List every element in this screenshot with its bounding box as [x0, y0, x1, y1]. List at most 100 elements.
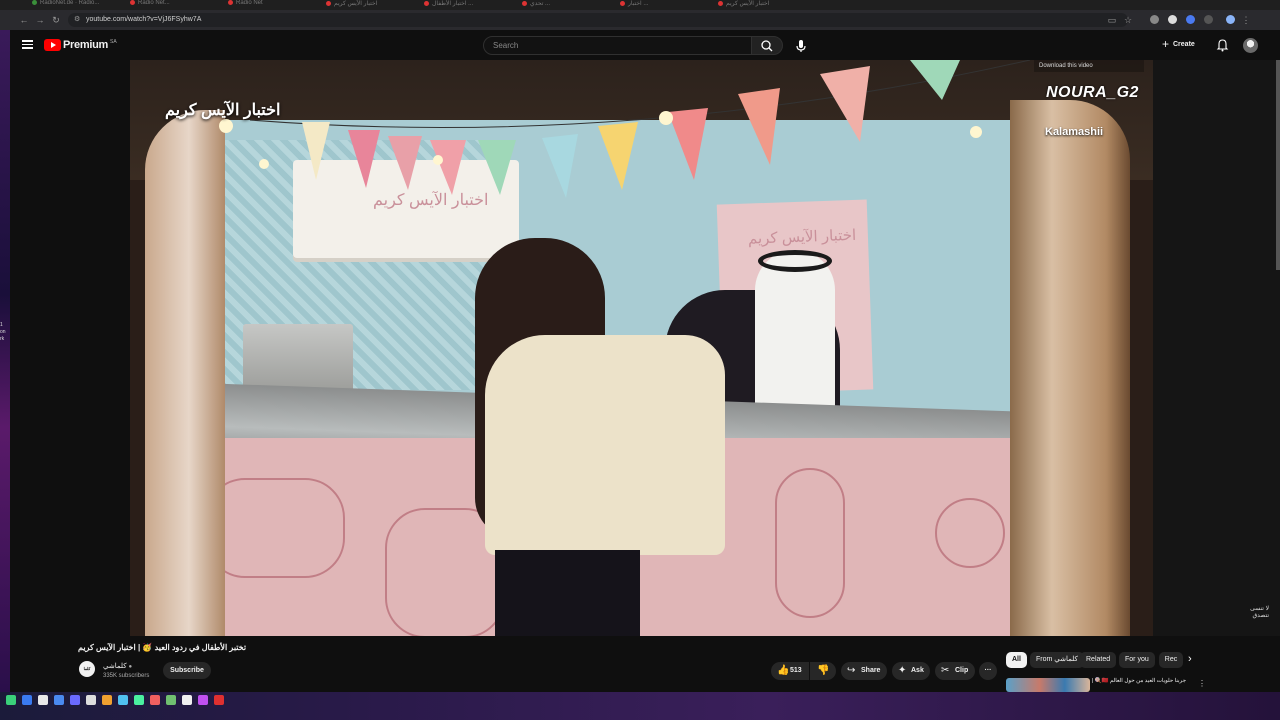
tab-favicon-icon: [424, 0, 429, 6]
browser-tab[interactable]: Radio Net...: [130, 0, 225, 8]
recommendation-thumbnail[interactable]: [1006, 678, 1090, 692]
taskbar-app-icon[interactable]: [182, 695, 192, 705]
extension-icon[interactable]: [1168, 15, 1177, 24]
subscribe-label: Subscribe: [170, 667, 204, 674]
taskbar-app-icon[interactable]: [134, 695, 144, 705]
notifications-bell-icon[interactable]: [1216, 38, 1229, 52]
tab-favicon-icon: [32, 0, 37, 5]
tab-label: اختبار الآيس كريم: [334, 1, 378, 7]
thumbs-up-icon: 👍: [777, 665, 790, 676]
browser-tab[interactable]: تحدي ...: [522, 0, 617, 8]
extensions-puzzle-icon[interactable]: [1204, 15, 1213, 24]
taskbar-app-icon[interactable]: [102, 695, 112, 705]
verified-icon: ●: [128, 664, 133, 670]
forward-icon[interactable]: →: [34, 14, 46, 26]
taskbar-app-icon[interactable]: [214, 695, 224, 705]
taskbar-app-icon[interactable]: [22, 695, 32, 705]
page-scrollbar[interactable]: [1276, 60, 1280, 270]
url-text: youtube.com/watch?v=VjJ6FSyhw7A: [86, 16, 202, 23]
reload-icon[interactable]: ↻: [50, 14, 62, 26]
chip-all[interactable]: All: [1006, 652, 1027, 668]
tab-favicon-icon: [620, 0, 625, 6]
video-title: تختبر الأطفال في ردود العيد 🥳 | اختبار ا…: [78, 643, 247, 652]
chip-for-you[interactable]: For you: [1119, 652, 1155, 668]
browser-address-bar-row: ← → ↻ ⚙ youtube.com/watch?v=VjJ6FSyhw7A …: [0, 10, 1280, 30]
taskbar-app-icon[interactable]: [118, 695, 128, 705]
back-icon[interactable]: ←: [18, 14, 30, 26]
taskbar-app-icon[interactable]: [38, 695, 48, 705]
tab-favicon-icon: [130, 0, 135, 5]
chip-related[interactable]: Related: [1080, 652, 1117, 668]
taskbar-app-icon[interactable]: [150, 695, 160, 705]
create-button[interactable]: Create: [1162, 37, 1195, 52]
tab-favicon-icon: [228, 0, 233, 5]
channel-name[interactable]: كلماشي ●: [103, 662, 132, 670]
browser-tab[interactable]: RadioNet.de · Radio...: [32, 0, 127, 8]
youtube-play-icon: [44, 39, 61, 51]
side-label: لا تنسى تتصدق: [1250, 606, 1269, 619]
search-input[interactable]: Search: [483, 36, 752, 55]
more-vertical-icon[interactable]: ⋮: [1198, 679, 1206, 688]
clip-button[interactable]: ✂ Clip: [935, 662, 975, 680]
youtube-logo[interactable]: Premium SA: [44, 39, 117, 51]
watermark-name: NOURA_G2: [1046, 84, 1139, 101]
right-column: [1153, 60, 1280, 636]
taskbar-app-icon[interactable]: [6, 695, 16, 705]
video-title-overlay: اختبار الآيس كريم: [165, 102, 281, 119]
recommendation-title[interactable]: جربنا حلويات العيد من حول العالم 🇲🇦🍭 |: [1092, 678, 1186, 684]
like-count: 513: [790, 667, 802, 674]
video-scene-girl-skirt: [495, 550, 640, 636]
taskbar-app-icon[interactable]: [54, 695, 64, 705]
extension-icon[interactable]: [1150, 15, 1159, 24]
browser-tab-bar: RadioNet.de · Radio... Radio Net... Radi…: [0, 0, 1280, 10]
ask-button[interactable]: ✦ Ask: [892, 662, 930, 680]
search-button[interactable]: [751, 36, 783, 55]
extension-icon[interactable]: [1186, 15, 1195, 24]
subscriber-count: 335K subscribers: [103, 673, 150, 679]
taskbar-app-icon[interactable]: [166, 695, 176, 705]
browser-tab[interactable]: اختبار الأطفال ...: [424, 0, 519, 8]
os-taskbar: [0, 692, 1280, 720]
subscribe-button[interactable]: Subscribe: [163, 662, 211, 679]
url-field[interactable]: ⚙ youtube.com/watch?v=VjJ6FSyhw7A: [68, 13, 1128, 27]
scissors-icon: ✂: [941, 665, 950, 676]
chip-label: Related: [1086, 656, 1111, 663]
browser-tab[interactable]: اختبار الآيس كريم: [718, 0, 813, 8]
taskbar-icons: [6, 695, 224, 708]
taskbar-app-icon[interactable]: [198, 695, 208, 705]
chip-recent[interactable]: Rec: [1159, 652, 1183, 668]
tab-label: اختبار الأطفال ...: [432, 1, 474, 7]
account-avatar[interactable]: [1243, 38, 1258, 53]
microphone-icon[interactable]: [793, 38, 809, 54]
chip-label: From كلماشي: [1036, 656, 1078, 663]
download-video-hint[interactable]: Download this video: [1034, 60, 1144, 72]
bookmark-star-icon[interactable]: ☆: [1122, 14, 1134, 26]
browser-tab[interactable]: اختبار ...: [620, 0, 715, 8]
chip-label: For you: [1125, 656, 1149, 663]
tab-label: تحدي ...: [530, 1, 551, 7]
desktop-wallpaper-strip: 1 on rk: [0, 30, 10, 692]
more-actions-button[interactable]: ···: [979, 662, 997, 680]
chip-from-channel[interactable]: From كلماشي: [1030, 652, 1084, 668]
video-player[interactable]: اختبار الآيس كريم اختبار الآيس كريم اختب…: [130, 60, 1153, 636]
chevron-right-icon[interactable]: ›: [1188, 653, 1192, 665]
browser-tab[interactable]: اختبار الآيس كريم: [326, 0, 421, 8]
profile-avatar[interactable]: [1226, 15, 1235, 24]
browser-menu-icon[interactable]: ⋮: [1240, 14, 1252, 26]
menu-icon[interactable]: [22, 40, 33, 49]
browser-tab[interactable]: Radio Net: [228, 0, 323, 8]
share-button[interactable]: ↪ Share: [841, 662, 887, 680]
video-scene-girl-sweater: [485, 335, 725, 555]
channel-name-text: كلماشي: [103, 663, 127, 670]
channel-avatar[interactable]: كلما: [79, 661, 95, 677]
cast-icon[interactable]: ▭: [1106, 14, 1118, 26]
taskbar-app-icon[interactable]: [70, 695, 80, 705]
dislike-button[interactable]: 👎: [810, 662, 836, 680]
taskbar-app-icon[interactable]: [86, 695, 96, 705]
share-label: Share: [861, 667, 881, 674]
tab-label: اختبار ...: [628, 1, 649, 7]
like-button[interactable]: 👍 513: [771, 662, 809, 680]
download-hint-text: Download this video: [1039, 63, 1093, 69]
site-info-icon[interactable]: ⚙: [74, 13, 80, 27]
tab-favicon-icon: [326, 0, 331, 6]
